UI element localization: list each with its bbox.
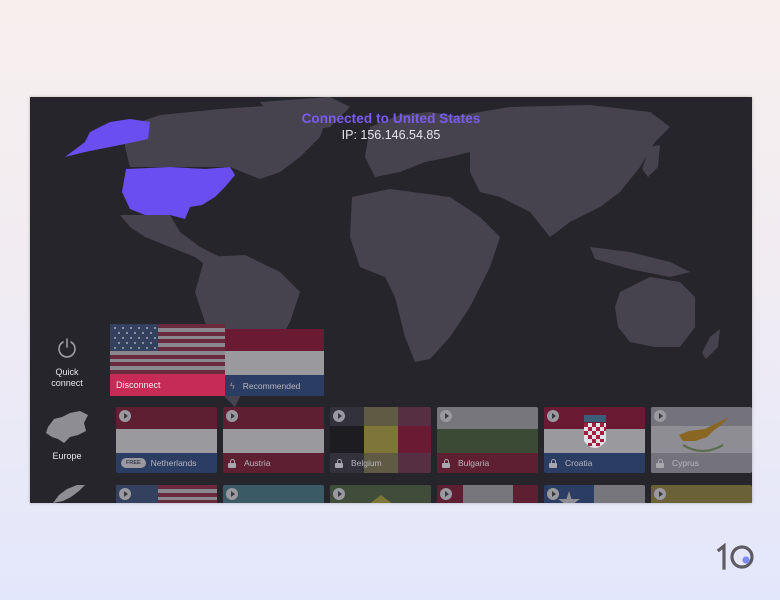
map-region-australia	[615, 277, 695, 347]
play-icon	[654, 410, 666, 422]
play-icon	[119, 488, 131, 500]
server-card-label: Cyprus	[651, 453, 752, 473]
brazil-diamond	[370, 495, 392, 503]
play-icon	[547, 410, 559, 422]
country-name: Cyprus	[672, 458, 699, 468]
server-card-label: Bulgaria	[437, 453, 538, 473]
star-icon	[558, 491, 580, 503]
featured-cards: ϟ Recommended Disconnect	[110, 324, 324, 399]
flag-stripe	[513, 485, 538, 503]
bolt-icon: ϟ	[230, 381, 235, 391]
server-card-americas-6[interactable]	[651, 485, 752, 503]
lock-icon	[549, 458, 557, 468]
cyprus-island-emblem	[679, 417, 729, 452]
server-card-label: FREE Netherlands	[116, 453, 217, 473]
ip-address: IP: 156.146.54.85	[341, 128, 441, 142]
country-name: Austria	[244, 458, 271, 468]
region-europe[interactable]: Europe	[30, 409, 104, 462]
server-card-croatia[interactable]: Croatia	[544, 407, 645, 473]
play-icon	[547, 488, 559, 500]
server-card-americas-2[interactable]	[223, 485, 324, 503]
country-name: Croatia	[565, 458, 593, 468]
server-card-bulgaria[interactable]: Bulgaria	[437, 407, 538, 473]
server-card-americas-3[interactable]	[330, 485, 431, 503]
tv-app-screen: Connected to United States IP: 156.146.5…	[30, 97, 752, 503]
croatia-coat-of-arms	[584, 415, 606, 448]
play-icon	[119, 410, 131, 422]
flag-stripe	[116, 407, 217, 429]
flag-stripe	[437, 407, 538, 429]
server-card-label: Austria	[223, 453, 324, 473]
connection-status: Connected to United States IP: 156.146.5…	[30, 111, 752, 142]
map-region-new-zealand	[702, 329, 720, 359]
ten-logo-icon	[716, 542, 754, 570]
server-card-label: Croatia	[544, 453, 645, 473]
quick-connect-label-line1: Quick	[55, 367, 79, 377]
flag-stripe	[594, 485, 645, 503]
flag-stripe	[223, 407, 324, 429]
flag-shade	[330, 407, 431, 426]
play-icon	[333, 410, 345, 422]
brand-logo	[716, 542, 758, 576]
server-card-austria[interactable]: Austria	[223, 407, 324, 473]
lock-icon	[335, 458, 343, 468]
play-icon	[333, 488, 345, 500]
server-card-netherlands[interactable]: FREE Netherlands	[116, 407, 217, 473]
lock-icon	[656, 458, 664, 468]
country-name: Netherlands	[150, 458, 197, 468]
play-icon	[226, 410, 238, 422]
connection-status-title: Connected to United States	[301, 111, 481, 126]
server-card-label: Belgium	[330, 453, 431, 473]
united-states-flag	[110, 324, 225, 374]
play-icon	[440, 410, 452, 422]
recommended-card[interactable]: ϟ Recommended	[225, 329, 324, 396]
power-icon	[58, 338, 76, 358]
server-card-americas-4[interactable]	[437, 485, 538, 503]
server-card-americas-1[interactable]	[116, 485, 217, 503]
country-name: Bulgaria	[458, 458, 490, 468]
play-icon	[226, 488, 238, 500]
flag-stripe	[463, 485, 513, 503]
recommended-label: Recommended	[242, 381, 301, 391]
flag-stripe	[223, 429, 324, 453]
play-icon	[654, 488, 666, 500]
recommended-label-row: ϟ Recommended	[225, 376, 324, 396]
us-flag-graphic	[110, 324, 225, 374]
free-badge: FREE	[121, 458, 146, 468]
map-region-indonesia	[590, 247, 690, 277]
lock-icon	[442, 458, 450, 468]
europe-map-icon	[46, 411, 88, 443]
europe-label: Europe	[52, 451, 82, 461]
quick-connect-button[interactable]: Quick connect	[30, 337, 104, 389]
server-card-cyprus[interactable]: Cyprus	[651, 407, 752, 473]
map-region-united-states	[122, 167, 235, 219]
flag-stripe	[116, 429, 217, 453]
server-card-belgium[interactable]: Belgium	[330, 407, 431, 473]
lock-icon	[228, 458, 236, 468]
country-name: Belgium	[351, 458, 382, 468]
north-america-map-icon	[53, 485, 85, 503]
quick-connect-label-line2: connect	[51, 378, 83, 388]
map-region-africa	[350, 189, 500, 362]
region-north-america[interactable]	[30, 483, 104, 503]
flag-stripe-red	[225, 329, 324, 351]
flag-stripe	[437, 429, 538, 453]
play-icon	[440, 488, 452, 500]
disconnect-button[interactable]: Disconnect	[110, 374, 225, 396]
server-card-americas-5[interactable]	[544, 485, 645, 503]
flag-stripe-white	[225, 351, 324, 375]
